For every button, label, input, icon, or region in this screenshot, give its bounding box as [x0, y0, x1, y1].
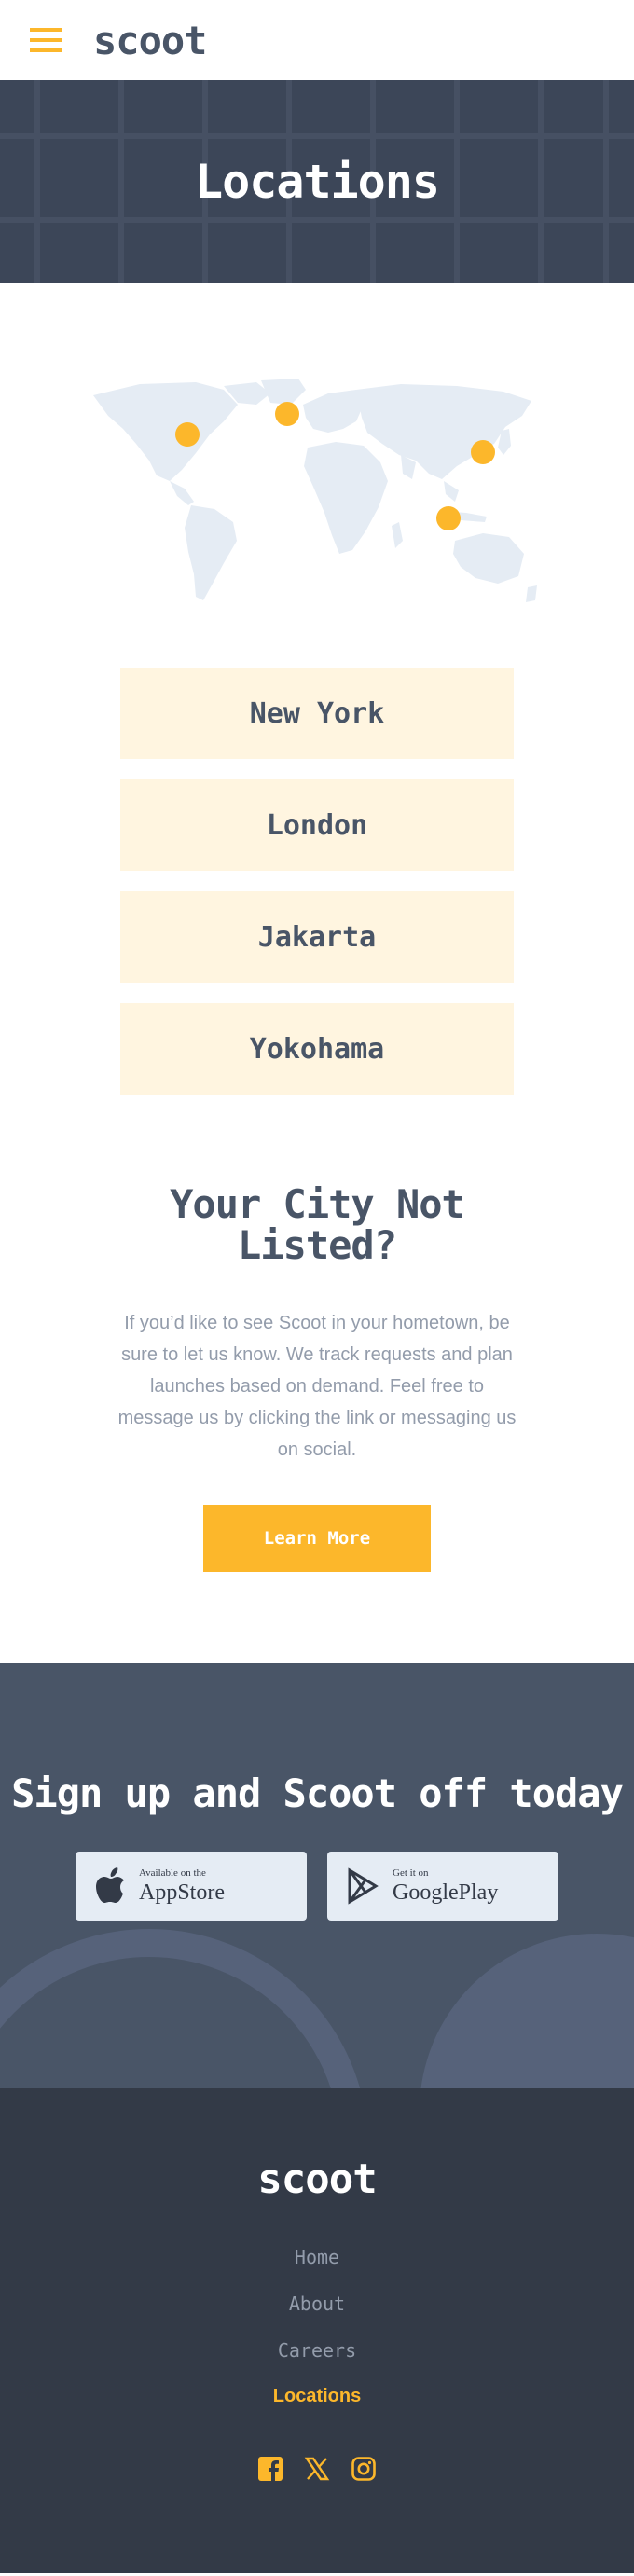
hero-banner: Locations	[0, 80, 634, 283]
page-title: Locations	[195, 155, 440, 209]
city-not-listed-section: Your City Not Listed? If you’d like to s…	[0, 1184, 634, 1572]
hamburger-icon[interactable]	[30, 28, 62, 52]
learn-more-button[interactable]: Learn More	[203, 1505, 431, 1572]
google-play-small-text: Get it on	[393, 1867, 429, 1879]
google-play-button[interactable]: Get it on GooglePlay	[327, 1852, 558, 1921]
apple-icon	[96, 1867, 124, 1903]
google-play-label: GooglePlay	[393, 1880, 499, 1905]
map-pin-jakarta	[436, 506, 461, 530]
map-pin-yokohama	[471, 440, 495, 464]
city-not-listed-body: If you’d like to see Scoot in your homet…	[117, 1313, 517, 1460]
site-footer: scoot Home About Careers Locations	[0, 2088, 634, 2573]
signup-heading: Sign up and Scoot off today	[11, 1770, 624, 1816]
map-section	[0, 283, 634, 610]
signup-section: Sign up and Scoot off today Available on…	[0, 1663, 634, 2088]
app-store-label: AppStore	[139, 1880, 225, 1905]
location-london[interactable]: London	[120, 779, 514, 871]
map-pin-london	[275, 402, 299, 426]
map-pin-new-york	[175, 422, 200, 447]
instagram-icon[interactable]	[351, 2456, 377, 2482]
footer-nav-about[interactable]: About	[289, 2293, 345, 2315]
footer-nav-home[interactable]: Home	[295, 2246, 339, 2268]
footer-nav-locations[interactable]: Locations	[273, 2386, 361, 2407]
location-new-york[interactable]: New York	[120, 668, 514, 759]
location-yokohama[interactable]: Yokohama	[120, 1003, 514, 1095]
twitter-icon[interactable]	[304, 2456, 330, 2482]
social-links	[0, 2456, 634, 2482]
site-logo[interactable]: scoot	[93, 18, 207, 63]
site-header: scoot	[0, 0, 634, 80]
footer-nav-careers[interactable]: Careers	[278, 2339, 356, 2362]
location-list: New York London Jakarta Yokohama	[0, 668, 634, 1095]
google-play-icon	[348, 1867, 379, 1905]
footer-logo[interactable]: scoot	[0, 2088, 634, 2203]
app-store-button[interactable]: Available on the AppStore	[76, 1852, 307, 1921]
store-buttons: Available on the AppStore Get it on Goog…	[0, 1852, 634, 1921]
location-jakarta[interactable]: Jakarta	[120, 891, 514, 983]
city-not-listed-heading: Your City Not Listed?	[170, 1181, 465, 1268]
world-map	[93, 379, 537, 602]
app-store-small-text: Available on the	[139, 1867, 206, 1879]
facebook-icon[interactable]	[257, 2456, 283, 2482]
footer-nav: Home About Careers Locations	[0, 2246, 634, 2407]
